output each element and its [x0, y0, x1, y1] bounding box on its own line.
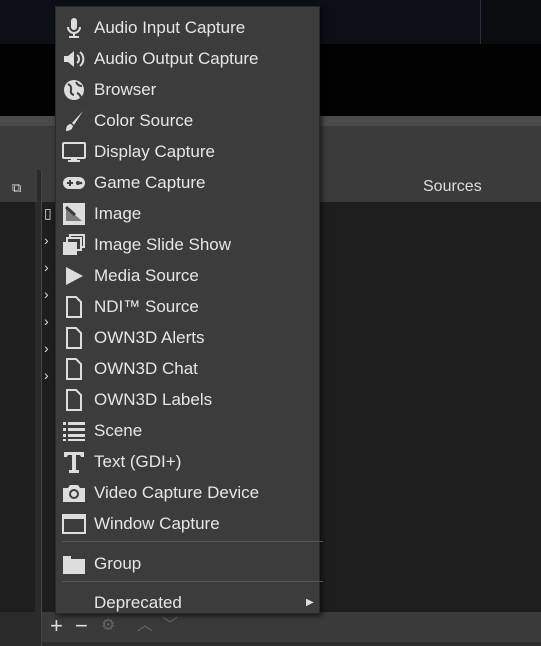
brush-icon	[62, 110, 86, 132]
file-icon	[62, 389, 86, 411]
menu-item-deprecated[interactable]: Deprecated ▶	[56, 587, 319, 618]
menu-item-display-capture[interactable]: Display Capture	[56, 136, 319, 167]
menu-item-audio-input-capture[interactable]: Audio Input Capture	[56, 12, 319, 43]
menu-item-own3d-alerts[interactable]: OWN3D Alerts	[56, 322, 319, 353]
slideshow-icon	[62, 234, 86, 256]
expand-chevron-icon[interactable]: ›	[44, 340, 49, 356]
menu-item-own3d-chat[interactable]: OWN3D Chat	[56, 353, 319, 384]
speaker-icon	[62, 48, 86, 70]
file-icon	[62, 358, 86, 380]
gamepad-icon	[62, 172, 86, 194]
menu-item-color-source[interactable]: Color Source	[56, 105, 319, 136]
menu-item-image-slide-show[interactable]: Image Slide Show	[56, 229, 319, 260]
menu-item-text-gdi[interactable]: Text (GDI+)	[56, 446, 319, 477]
scenes-dock	[0, 170, 37, 646]
menu-item-media-source[interactable]: Media Source	[56, 260, 319, 291]
menu-item-game-capture[interactable]: Game Capture	[56, 167, 319, 198]
add-source-menu: Audio Input Capture Audio Output Capture B…	[55, 6, 323, 614]
menu-item-own3d-labels[interactable]: OWN3D Labels	[56, 384, 319, 415]
submenu-arrow-icon: ▶	[306, 597, 314, 608]
menu-item-video-capture-device[interactable]: Video Capture Device	[56, 477, 319, 508]
play-icon	[62, 265, 86, 287]
source-item-icon: ▯	[44, 205, 52, 221]
menu-item-scene[interactable]: Scene	[56, 415, 319, 446]
menu-item-group[interactable]: Group	[56, 548, 319, 579]
microphone-icon	[62, 17, 86, 39]
menu-item-window-capture[interactable]: Window Capture	[56, 508, 319, 539]
menu-item-browser[interactable]: Browser	[56, 74, 319, 105]
globe-icon	[62, 79, 86, 101]
camera-icon	[62, 482, 86, 504]
menu-separator	[62, 581, 323, 582]
expand-chevron-icon[interactable]: ›	[44, 232, 49, 248]
text-icon	[62, 451, 86, 473]
folder-icon	[62, 553, 86, 575]
sources-dock-title: Sources	[423, 178, 482, 195]
menu-item-audio-output-capture[interactable]: Audio Output Capture	[56, 43, 319, 74]
window-icon	[62, 513, 86, 535]
file-icon	[62, 296, 86, 318]
image-icon	[62, 203, 86, 225]
expand-chevron-icon[interactable]: ›	[44, 367, 49, 383]
menu-item-ndi-source[interactable]: NDI™ Source	[56, 291, 319, 322]
menu-item-image[interactable]: Image	[56, 198, 319, 229]
undock-icon[interactable]: ⧉	[12, 180, 21, 196]
menu-separator	[62, 541, 323, 542]
list-icon	[62, 420, 86, 442]
expand-chevron-icon[interactable]: ›	[44, 259, 49, 275]
file-icon	[62, 327, 86, 349]
expand-chevron-icon[interactable]: ›	[44, 286, 49, 302]
monitor-icon	[62, 141, 86, 163]
expand-chevron-icon[interactable]: ›	[44, 313, 49, 329]
